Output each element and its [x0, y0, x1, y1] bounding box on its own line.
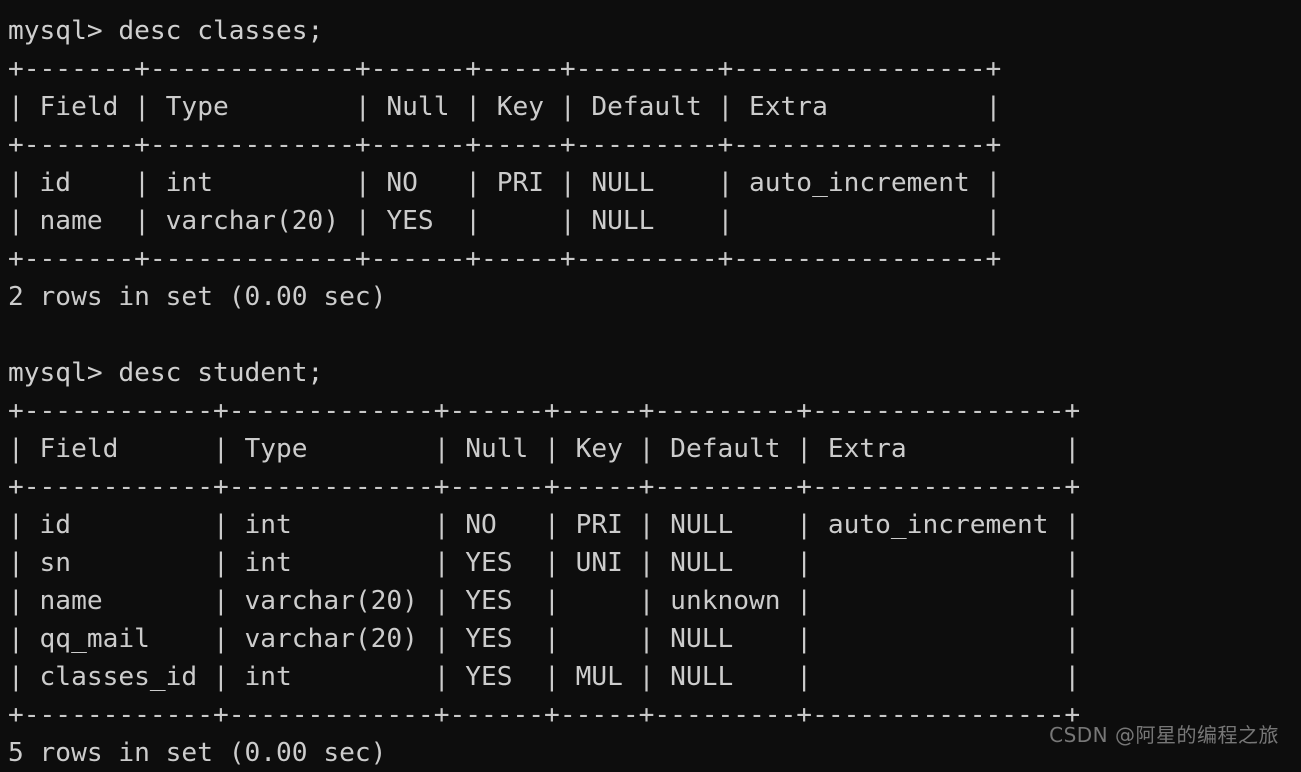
terminal-line-16: | name | varchar(20) | YES | | unknown |…: [8, 586, 1081, 616]
terminal-line-13: +------------+-------------+------+-----…: [8, 472, 1081, 502]
terminal-line-17: | qq_mail | varchar(20) | YES | | NULL |…: [8, 624, 1081, 654]
terminal-line-10: mysql> desc student;: [8, 358, 324, 388]
terminal-line-7: +-------+-------------+------+-----+----…: [8, 244, 1002, 274]
terminal-window[interactable]: mysql> desc classes; +-------+-----------…: [0, 0, 1301, 768]
terminal-line-14: | id | int | NO | PRI | NULL | auto_incr…: [8, 510, 1081, 540]
terminal-line-18: | classes_id | int | YES | MUL | NULL | …: [8, 662, 1081, 692]
terminal-line-8: 2 rows in set (0.00 sec): [8, 282, 387, 312]
terminal-line-4: +-------+-------------+------+-----+----…: [8, 130, 1002, 160]
terminal-line-6: | name | varchar(20) | YES | | NULL | |: [8, 206, 1002, 236]
terminal-line-20: 5 rows in set (0.00 sec): [8, 738, 387, 768]
terminal-line-3: | Field | Type | Null | Key | Default | …: [8, 92, 1002, 122]
terminal-line-11: +------------+-------------+------+-----…: [8, 396, 1081, 426]
terminal-line-15: | sn | int | YES | UNI | NULL | |: [8, 548, 1081, 578]
terminal-line-0: [8, 0, 1080, 12]
terminal-line-19: +------------+-------------+------+-----…: [8, 700, 1081, 730]
terminal-line-12: | Field | Type | Null | Key | Default | …: [8, 434, 1081, 464]
terminal-line-5: | id | int | NO | PRI | NULL | auto_incr…: [8, 168, 1002, 198]
terminal-output: mysql> desc classes; +-------+-----------…: [8, 0, 1080, 772]
terminal-line-1: mysql> desc classes;: [8, 16, 324, 46]
terminal-line-9: [8, 316, 1080, 354]
terminal-line-2: +-------+-------------+------+-----+----…: [8, 54, 1002, 84]
csdn-watermark: CSDN @阿星的编程之旅: [1049, 723, 1279, 747]
